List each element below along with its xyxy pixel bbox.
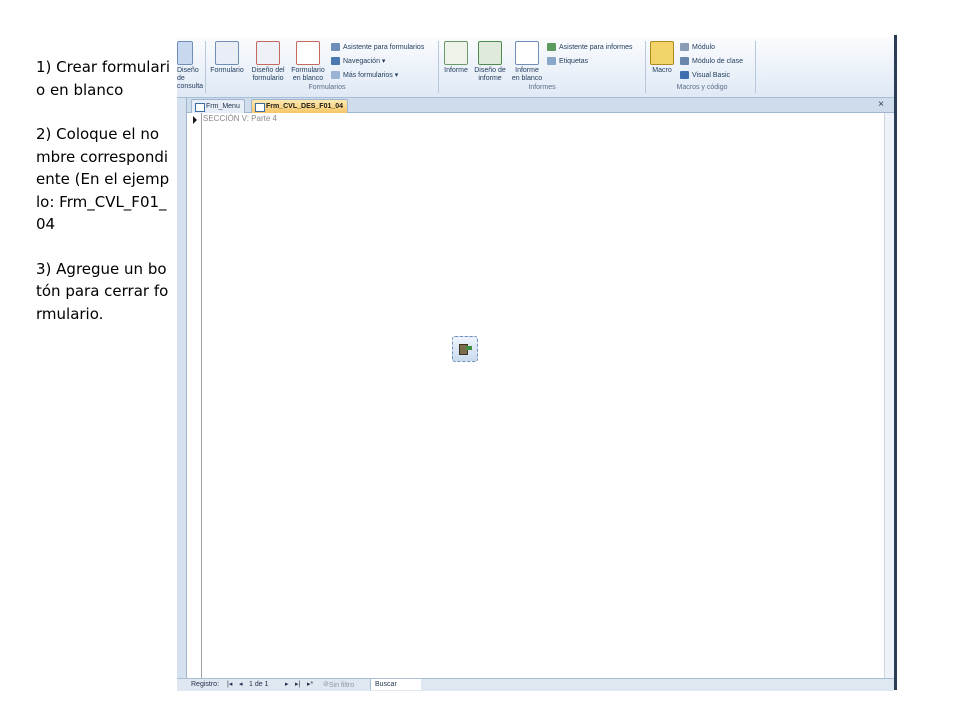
report-design-icon [478, 41, 502, 65]
report-wizard-button[interactable]: Asistente para informes [547, 43, 633, 52]
window-frame-border [894, 35, 897, 690]
form-section-title: SECCIÓN V: Parte 4 [203, 114, 277, 123]
ribbon-create: Diseño de consulta Formulario Diseño del… [177, 37, 896, 98]
wizard-icon [331, 43, 340, 52]
form-tab-icon [195, 103, 205, 112]
report-wizard-icon [547, 43, 556, 52]
class-module-icon [680, 57, 689, 66]
labels-icon [547, 57, 556, 66]
record-label: Registro: [191, 681, 220, 688]
form-tab-icon [255, 103, 265, 112]
form-view-area [188, 113, 884, 678]
blank-form-button[interactable]: Formulario en blanco [288, 41, 328, 83]
first-record-button[interactable]: |◂ [227, 680, 232, 690]
record-position[interactable]: 1 de 1 [249, 680, 268, 690]
exit-arrow-icon [466, 346, 472, 350]
tab-frm-menu[interactable]: Frm_Menu [191, 99, 245, 113]
query-design-icon [177, 41, 193, 65]
report-icon [444, 41, 468, 65]
more-forms-button[interactable]: Más formularios ▾ [331, 71, 398, 80]
new-record-button[interactable]: ▸* [307, 680, 313, 690]
search-box[interactable]: Buscar [370, 679, 421, 690]
access-window: Diseño de consulta Formulario Diseño del… [177, 35, 897, 691]
form-design-icon [256, 41, 280, 65]
macro-button[interactable]: Macro [647, 41, 677, 75]
close-icon[interactable]: × [878, 98, 884, 112]
blank-report-button[interactable]: Informe en blanco [509, 41, 545, 83]
search-label: Buscar [375, 681, 397, 688]
module-button[interactable]: Módulo [680, 43, 715, 52]
instruction-step-3: 3) Agregue un botón para cerrar formular… [36, 259, 169, 323]
last-record-button[interactable]: ▸| [295, 680, 300, 690]
form-icon [215, 41, 239, 65]
query-design-button[interactable]: Diseño de consulta [177, 41, 203, 91]
ribbon-separator [205, 41, 206, 93]
filter-status[interactable]: ⊘ Sin filtro [323, 680, 354, 690]
report-button[interactable]: Informe [440, 41, 472, 75]
ribbon-separator [755, 41, 756, 93]
record-navigation-bar: Registro: |◂ ◂ 1 de 1 ▸ ▸| ▸* ⊘ Sin filt… [177, 678, 894, 691]
ribbon-separator [438, 41, 439, 93]
document-tab-strip: Frm_Menu Frm_CVL_DES_F01_04 × [177, 98, 894, 113]
blank-report-icon [515, 41, 539, 65]
forms-group-label: Formularios [308, 84, 346, 91]
report-design-button[interactable]: Diseño de informe [472, 41, 508, 83]
visual-basic-icon [680, 71, 689, 80]
ribbon-separator [645, 41, 646, 93]
module-icon [680, 43, 689, 52]
form-wizard-button[interactable]: Asistente para formularios [331, 43, 424, 52]
macros-group-label: Macros y código [676, 84, 728, 91]
visual-basic-button[interactable]: Visual Basic [680, 71, 730, 80]
navigation-pane-collapsed[interactable] [177, 98, 187, 690]
labels-button[interactable]: Etiquetas [547, 57, 588, 66]
instruction-step-1: 1) Crear formulario en blanco [36, 58, 171, 99]
form-button[interactable]: Formulario [207, 41, 247, 75]
class-module-button[interactable]: Módulo de clase [680, 57, 743, 66]
blank-form-icon [296, 41, 320, 65]
next-record-button[interactable]: ▸ [285, 680, 289, 690]
form-design-button[interactable]: Diseño del formulario [248, 41, 288, 83]
navigation-button[interactable]: Navegación ▾ [331, 57, 385, 66]
macro-icon [650, 41, 674, 65]
reports-group-label: Informes [528, 84, 556, 91]
record-pointer-icon [193, 116, 197, 124]
more-forms-icon [331, 71, 340, 80]
navigation-icon [331, 57, 340, 66]
prev-record-button[interactable]: ◂ [239, 680, 243, 690]
instructions-text: 1) Crear formulario en blanco 2) Coloque… [36, 56, 171, 347]
close-form-button[interactable] [452, 336, 478, 362]
instruction-step-2: 2) Coloque el nombre correspondiente (En… [36, 125, 170, 233]
record-selector[interactable] [189, 113, 202, 678]
tab-frm-cvl-des-f01-04[interactable]: Frm_CVL_DES_F01_04 [251, 99, 349, 113]
